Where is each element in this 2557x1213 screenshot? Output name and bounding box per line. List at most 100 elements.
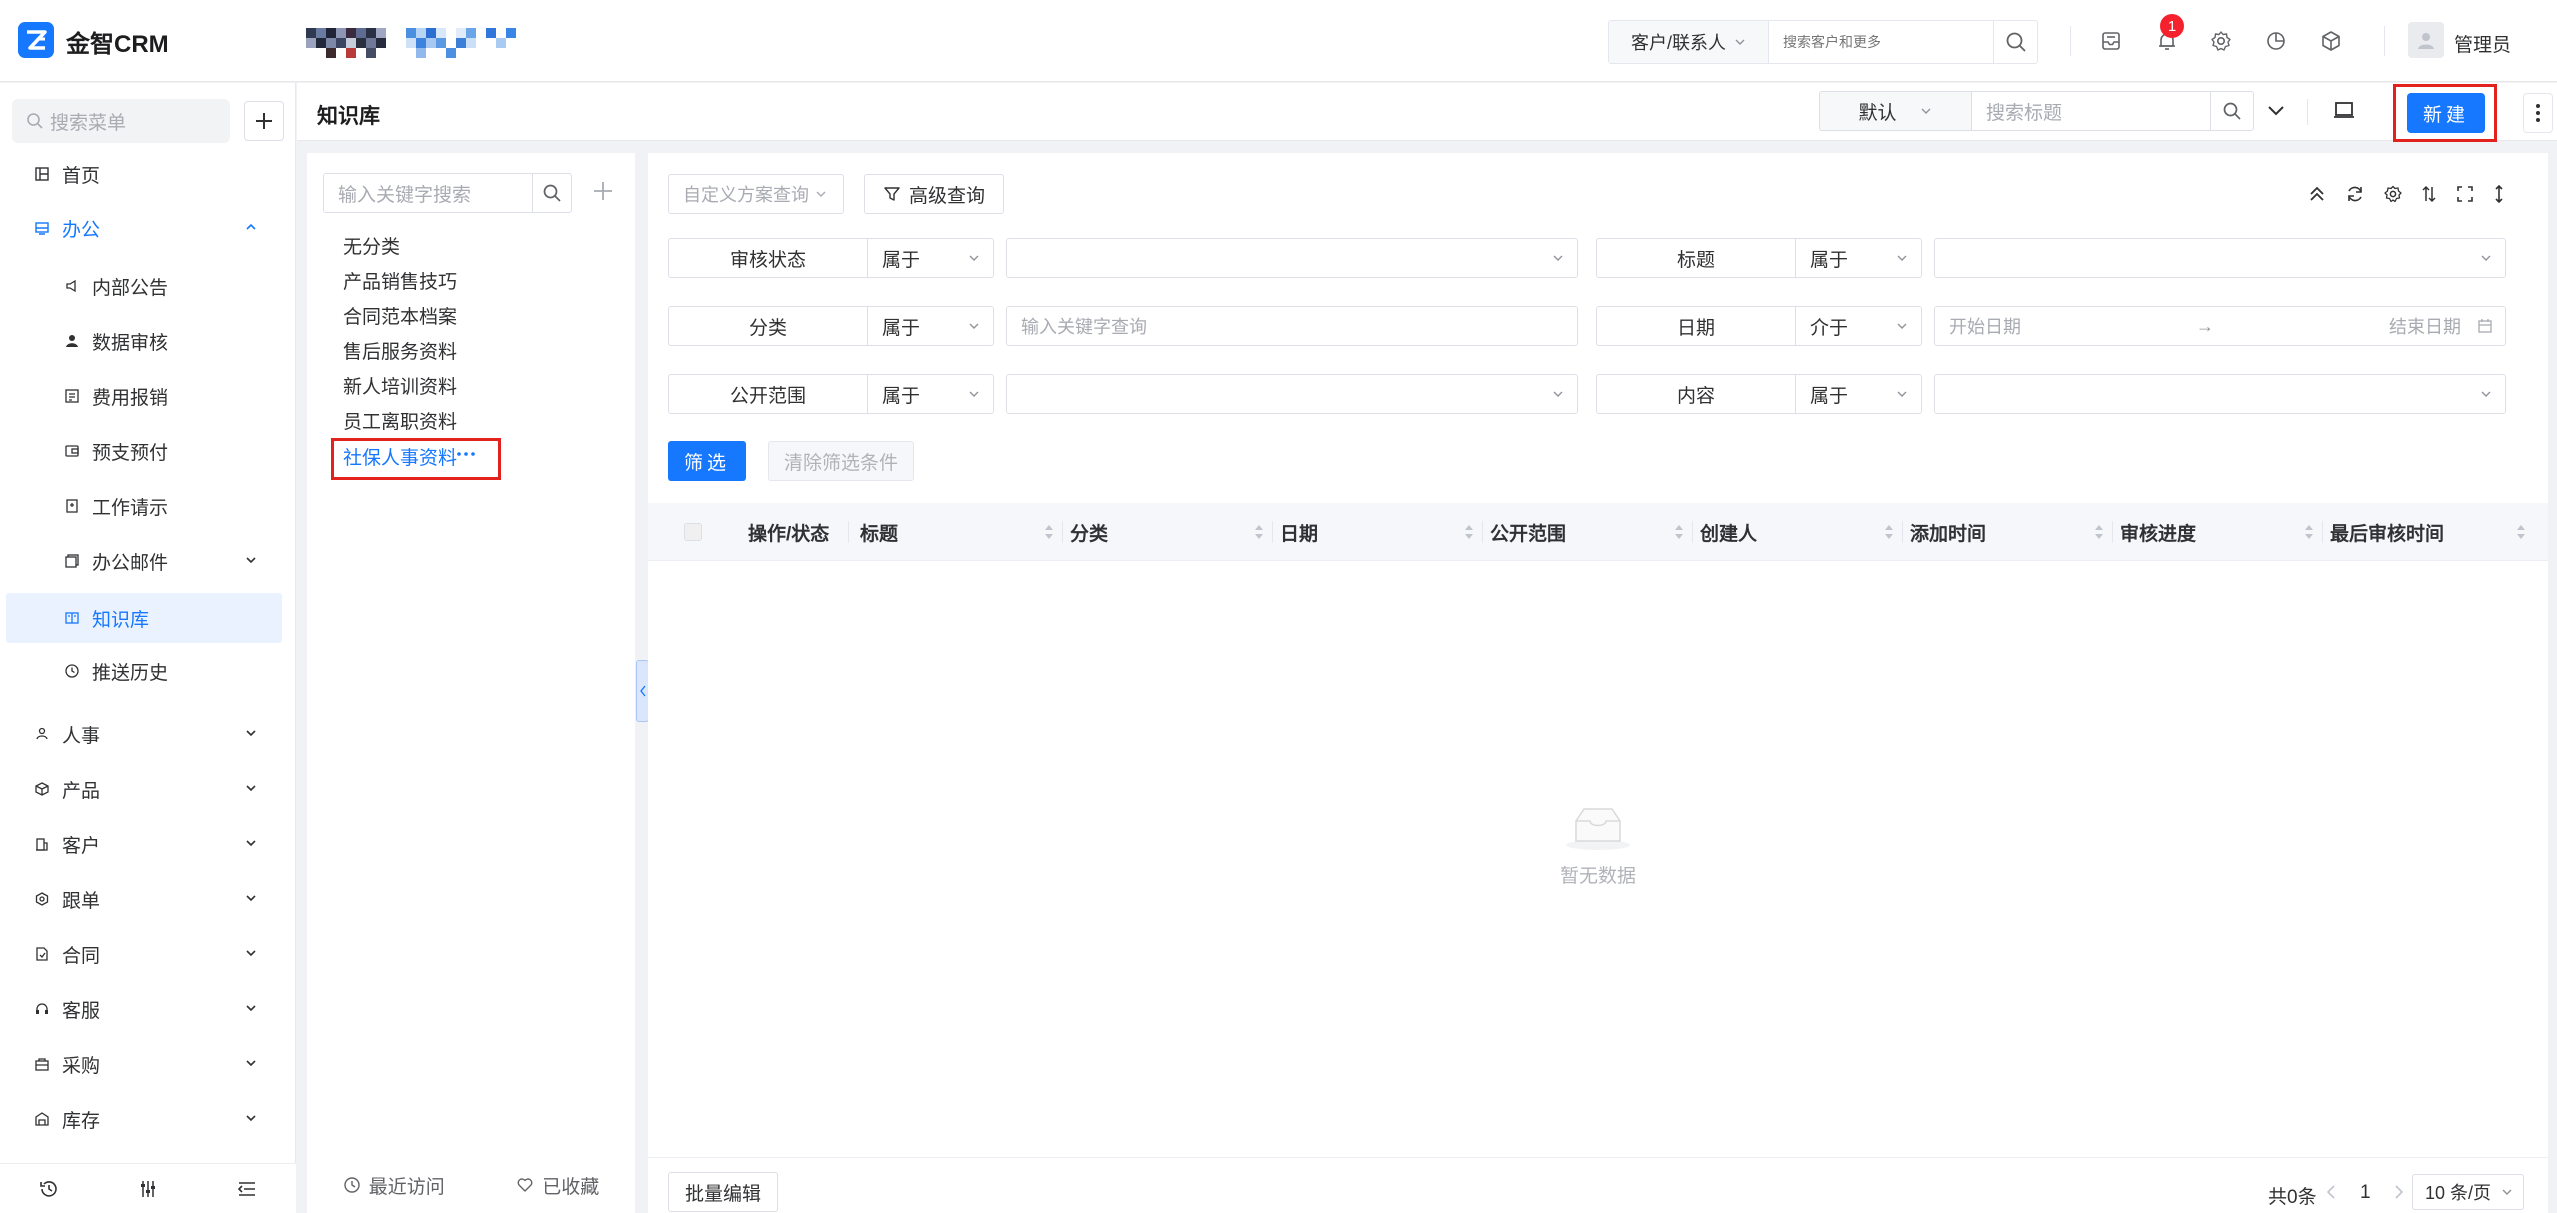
- sort-icon[interactable]: [1464, 522, 1474, 542]
- chevron-down-icon: [2479, 251, 2493, 265]
- end-date-placeholder[interactable]: 结束日期: [2389, 313, 2461, 339]
- pie-chart-icon[interactable]: [2259, 24, 2293, 58]
- sort-icon[interactable]: [2516, 522, 2526, 542]
- category-item[interactable]: 产品销售技巧: [343, 268, 457, 298]
- sidebar-item-data-review[interactable]: 数据审核: [0, 316, 296, 366]
- sidebar-item-purchase[interactable]: 采购: [0, 1039, 296, 1089]
- sort-icon[interactable]: [1044, 522, 1054, 542]
- column-header-public-scope[interactable]: 公开范围: [1490, 503, 1690, 561]
- column-header-review-progress[interactable]: 审核进度: [2120, 503, 2320, 561]
- clear-filters-button[interactable]: 清除筛选条件: [768, 441, 914, 481]
- category-item[interactable]: 无分类: [343, 233, 400, 263]
- column-header-creator[interactable]: 创建人: [1700, 503, 1900, 561]
- column-header-category[interactable]: 分类: [1070, 503, 1270, 561]
- sidebar-item-contracts[interactable]: 合同: [0, 929, 296, 979]
- sidebar-item-hr[interactable]: 人事: [0, 709, 296, 759]
- category-item[interactable]: 新人培训资料: [343, 373, 457, 403]
- row-height-icon[interactable]: [2486, 181, 2512, 207]
- favorites-button[interactable]: 已收藏: [516, 1172, 599, 1199]
- date-range-picker[interactable]: 开始日期 → 结束日期: [1934, 306, 2506, 346]
- column-header-added-time[interactable]: 添加时间: [1910, 503, 2110, 561]
- search-scope-select[interactable]: 客户/联系人: [1609, 21, 1769, 63]
- sort-icon[interactable]: [2094, 522, 2104, 542]
- sort-columns-icon[interactable]: [2416, 181, 2442, 207]
- avatar[interactable]: [2408, 22, 2444, 58]
- sidebar-item-knowledge-base[interactable]: 知识库: [6, 593, 282, 643]
- content-value-select[interactable]: [1934, 374, 2506, 414]
- menu-search-input[interactable]: 搜索菜单: [12, 99, 230, 143]
- refresh-icon[interactable]: [2342, 181, 2368, 207]
- add-category-icon[interactable]: [591, 179, 615, 203]
- sidebar-item-products[interactable]: 产品: [0, 764, 296, 814]
- more-horizontal-icon[interactable]: [455, 443, 477, 465]
- new-button[interactable]: 新建: [2407, 93, 2485, 133]
- history-icon[interactable]: [38, 1178, 60, 1200]
- category-search-input[interactable]: 输入关键字搜索: [323, 173, 533, 213]
- collapse-up-icon[interactable]: [2304, 181, 2330, 207]
- column-header-label: 分类: [1070, 523, 1109, 545]
- advanced-query-button[interactable]: 高级查询: [864, 174, 1004, 214]
- filter-operator-select[interactable]: 属于: [1796, 374, 1922, 414]
- sidebar-item-work-request[interactable]: 工作请示: [0, 481, 296, 531]
- column-header-title[interactable]: 标题: [860, 503, 1060, 561]
- column-header-date[interactable]: 日期: [1280, 503, 1480, 561]
- sidebar-item-announcements[interactable]: 内部公告: [0, 261, 296, 311]
- sidebar-item-advance[interactable]: 预支预付: [0, 426, 296, 476]
- category-item[interactable]: 员工离职资料: [343, 408, 457, 438]
- category-item[interactable]: 合同范本档案: [343, 303, 457, 333]
- column-header-last-review-time[interactable]: 最后审核时间: [2330, 503, 2530, 561]
- filter-operator-select[interactable]: 属于: [868, 374, 994, 414]
- global-search-input[interactable]: [1769, 21, 1993, 63]
- view-select[interactable]: 默认: [1819, 91, 1971, 131]
- cube-icon[interactable]: [2314, 24, 2348, 58]
- recent-visits-button[interactable]: 最近访问: [343, 1172, 445, 1199]
- chevron-down-icon[interactable]: [2263, 97, 2289, 123]
- sidebar-item-push-history[interactable]: 推送历史: [0, 646, 296, 696]
- chevron-left-icon[interactable]: [2324, 1182, 2338, 1202]
- inbox-icon[interactable]: [2094, 24, 2128, 58]
- category-item[interactable]: 售后服务资料: [343, 338, 457, 368]
- filter-button[interactable]: 筛选: [668, 441, 746, 481]
- filter-operator-select[interactable]: 介于: [1796, 306, 1922, 346]
- search-icon[interactable]: [1993, 21, 2037, 63]
- custom-scheme-select[interactable]: 自定义方案查询: [668, 174, 844, 214]
- search-icon[interactable]: [2210, 91, 2254, 131]
- start-date-placeholder[interactable]: 开始日期: [1949, 313, 2021, 339]
- filter-operator-select[interactable]: 属于: [1796, 238, 1922, 278]
- sort-icon[interactable]: [2304, 522, 2314, 542]
- user-name[interactable]: 管理员: [2454, 30, 2511, 57]
- sort-icon[interactable]: [1674, 522, 1684, 542]
- fullscreen-icon[interactable]: [2452, 181, 2478, 207]
- category-item-selected[interactable]: 社保人事资料: [343, 444, 457, 474]
- layout-icon[interactable]: [2331, 97, 2357, 123]
- title-value-select[interactable]: [1934, 238, 2506, 278]
- sidebar-item-office[interactable]: 办公: [0, 203, 296, 253]
- filter-operator-select[interactable]: 属于: [868, 306, 994, 346]
- category-keyword-input[interactable]: 输入关键字查询: [1006, 306, 1578, 346]
- page-size-select[interactable]: 10 条/页: [2412, 1174, 2524, 1210]
- sliders-icon[interactable]: [137, 1178, 159, 1200]
- more-vertical-icon[interactable]: [2523, 93, 2553, 133]
- sort-icon[interactable]: [1254, 522, 1264, 542]
- sidebar-item-inventory[interactable]: 库存: [0, 1094, 296, 1144]
- select-all-checkbox[interactable]: [684, 523, 702, 541]
- sidebar-item-service[interactable]: 客服: [0, 984, 296, 1034]
- review-status-value-select[interactable]: [1006, 238, 1578, 278]
- sort-icon[interactable]: [1884, 522, 1894, 542]
- search-icon[interactable]: [532, 173, 572, 213]
- chevron-right-icon[interactable]: [2392, 1182, 2406, 1202]
- current-page[interactable]: 1: [2360, 1182, 2371, 1204]
- sidebar-item-office-mail[interactable]: 办公邮件: [0, 536, 296, 586]
- sidebar-item-expense[interactable]: 费用报销: [0, 371, 296, 421]
- sidebar-item-follow-up[interactable]: 跟单: [0, 874, 296, 924]
- collapse-menu-icon[interactable]: [236, 1178, 258, 1200]
- batch-edit-button[interactable]: 批量编辑: [668, 1172, 778, 1212]
- filter-operator-select[interactable]: 属于: [868, 238, 994, 278]
- sidebar-item-customers[interactable]: 客户: [0, 819, 296, 869]
- gear-icon[interactable]: [2380, 181, 2406, 207]
- gear-icon[interactable]: [2204, 24, 2238, 58]
- public-scope-value-select[interactable]: [1006, 374, 1578, 414]
- title-search-input[interactable]: 搜索标题: [1971, 91, 2211, 131]
- add-menu-button[interactable]: [244, 101, 284, 141]
- sidebar-item-home[interactable]: 首页: [0, 149, 296, 199]
